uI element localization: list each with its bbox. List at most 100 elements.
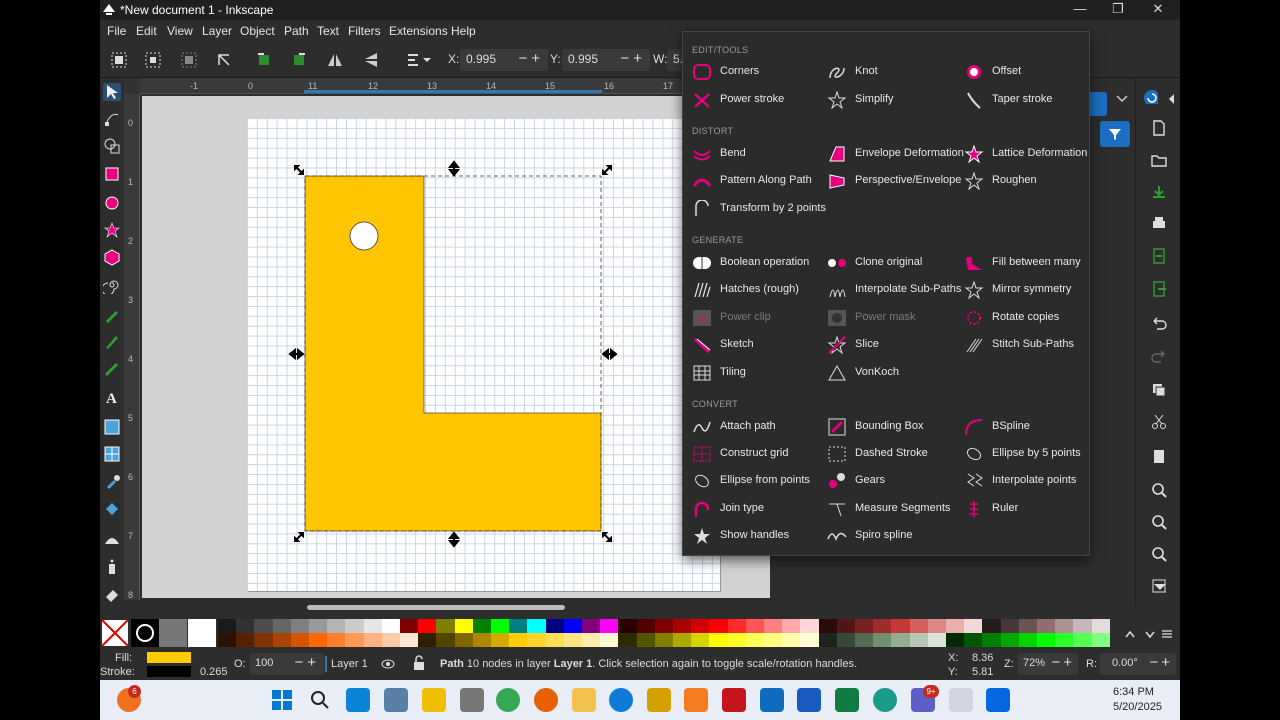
zoom-selection-icon[interactable] — [1151, 482, 1167, 498]
cut-icon[interactable] — [1151, 414, 1167, 430]
palette-swatch[interactable] — [400, 619, 419, 633]
spray-tool-icon[interactable] — [103, 558, 121, 576]
palette-swatch[interactable] — [254, 633, 273, 647]
palette-swatch[interactable] — [873, 633, 892, 647]
taskbar-app-4[interactable] — [460, 688, 484, 712]
effect-corners[interactable]: Corners — [692, 61, 828, 83]
palette-swatch[interactable] — [709, 619, 728, 633]
palette-swatch[interactable] — [982, 633, 1001, 647]
palette-swatch[interactable] — [964, 619, 983, 633]
palette-swatch[interactable] — [782, 619, 801, 633]
palette-swatch[interactable] — [1091, 619, 1110, 633]
effect-join-type[interactable]: Join type — [692, 498, 828, 520]
scale-handle-se[interactable] — [602, 532, 612, 542]
palette-swatch[interactable] — [600, 619, 619, 633]
palette-swatch[interactable] — [345, 633, 364, 647]
more-commands-icon[interactable] — [1152, 580, 1168, 594]
palette-swatch[interactable] — [1000, 619, 1019, 633]
pen-tool-icon[interactable] — [103, 333, 121, 351]
palette-swatch[interactable] — [509, 619, 528, 633]
opacity-input[interactable]: 100 −+ — [250, 653, 324, 675]
menu-path[interactable]: Path — [284, 24, 309, 38]
import-icon[interactable] — [1151, 248, 1167, 264]
effect-ellipse-from-points[interactable]: Ellipse from points — [692, 470, 828, 492]
rotation-center-handle[interactable] — [349, 221, 379, 251]
edge-icon[interactable] — [873, 688, 897, 712]
palette-swatch[interactable] — [582, 619, 601, 633]
zoom-page-icon[interactable] — [1151, 546, 1167, 562]
effect-interpolate-sub-paths[interactable]: Interpolate Sub-Paths — [827, 279, 963, 301]
palette-swatch[interactable] — [1018, 619, 1037, 633]
palette-swatch[interactable] — [927, 619, 946, 633]
stroke-indicator[interactable] — [147, 666, 191, 677]
clock-time[interactable]: 6:34 PM — [1113, 686, 1154, 698]
effect-ellipse-by-5-points[interactable]: Ellipse by 5 points — [964, 443, 1100, 465]
palette-swatch[interactable] — [818, 633, 837, 647]
scale-handle-nw[interactable] — [294, 165, 304, 175]
no-paint-swatch[interactable] — [101, 619, 129, 647]
effect-clone-original[interactable]: Clone original — [827, 252, 963, 274]
effect-slice[interactable]: Slice — [827, 334, 963, 356]
touch-select-icon[interactable] — [215, 51, 233, 69]
open-folder-icon[interactable] — [1151, 152, 1167, 168]
palette-swatch[interactable] — [909, 619, 928, 633]
palette-swatch[interactable] — [218, 619, 237, 633]
palette-swatch[interactable] — [1055, 619, 1074, 633]
palette-swatch[interactable] — [309, 633, 328, 647]
copy-icon[interactable] — [1151, 382, 1167, 398]
tweak-tool-icon[interactable] — [103, 530, 121, 548]
palette-swatch[interactable] — [272, 633, 291, 647]
horizontal-scrollbar[interactable] — [307, 605, 565, 610]
effect-envelope-deformation[interactable]: Envelope Deformation — [827, 143, 964, 165]
palette-swatch[interactable] — [327, 633, 346, 647]
palette-swatch[interactable] — [964, 633, 983, 647]
taskbar-app-1[interactable] — [346, 688, 370, 712]
zoom-drawing-icon[interactable] — [1151, 514, 1167, 530]
effect-simplify[interactable]: Simplify — [827, 89, 963, 111]
ellipse-tool-icon[interactable] — [103, 194, 121, 212]
taskbar-app-2[interactable] — [384, 688, 408, 712]
palette-swatch[interactable] — [345, 619, 364, 633]
taskbar-app-3[interactable] — [422, 688, 446, 712]
3d-box-tool-icon[interactable] — [103, 248, 121, 266]
palette-swatch[interactable] — [836, 619, 855, 633]
x-input[interactable]: 0.995 −+ — [460, 49, 548, 71]
palette-swatch[interactable] — [491, 619, 510, 633]
menu-layer[interactable]: Layer — [202, 24, 232, 38]
effect-vonkoch[interactable]: VonKoch — [827, 362, 963, 384]
palette-swatch[interactable] — [218, 633, 237, 647]
palette-swatch[interactable] — [381, 633, 400, 647]
dropper-tool-icon[interactable] — [103, 473, 121, 491]
rectangle-tool-icon[interactable] — [103, 165, 121, 183]
selector-tool-icon[interactable] — [103, 83, 121, 101]
drawing-canvas[interactable] — [142, 96, 770, 598]
palette-swatch[interactable] — [855, 619, 874, 633]
palette-swatch[interactable] — [800, 633, 819, 647]
outlook-icon[interactable] — [760, 688, 784, 712]
meta-icon[interactable] — [986, 688, 1010, 712]
palette-swatch[interactable] — [363, 633, 382, 647]
palette-swatch[interactable] — [436, 633, 455, 647]
scale-handle-sw[interactable] — [294, 532, 304, 542]
palette-swatch[interactable] — [1000, 633, 1019, 647]
palette-swatch[interactable] — [873, 619, 892, 633]
palette-swatch[interactable] — [472, 633, 491, 647]
palette-swatch[interactable] — [363, 619, 382, 633]
search-icon[interactable] — [308, 688, 332, 712]
node-tool-icon[interactable] — [103, 110, 121, 128]
effect-power-clip[interactable]: Power clip — [692, 307, 828, 329]
palette-swatch[interactable] — [563, 633, 582, 647]
taskbar-app-6[interactable] — [647, 688, 671, 712]
clock-date[interactable]: 5/20/2025 — [1113, 701, 1162, 713]
menu-object[interactable]: Object — [240, 24, 275, 38]
palette-swatch[interactable] — [1037, 633, 1056, 647]
palette-swatch[interactable] — [527, 633, 546, 647]
effect-pattern-along-path[interactable]: Pattern Along Path — [692, 170, 828, 192]
palette-swatch[interactable] — [1073, 619, 1092, 633]
palette-swatch[interactable] — [982, 619, 1001, 633]
effect-rotate-copies[interactable]: Rotate copies — [964, 307, 1100, 329]
export-icon[interactable] — [1151, 281, 1167, 297]
palette-swatch[interactable] — [290, 619, 309, 633]
palette-swatch[interactable] — [454, 619, 473, 633]
effect-taper-stroke[interactable]: Taper stroke — [964, 89, 1100, 111]
